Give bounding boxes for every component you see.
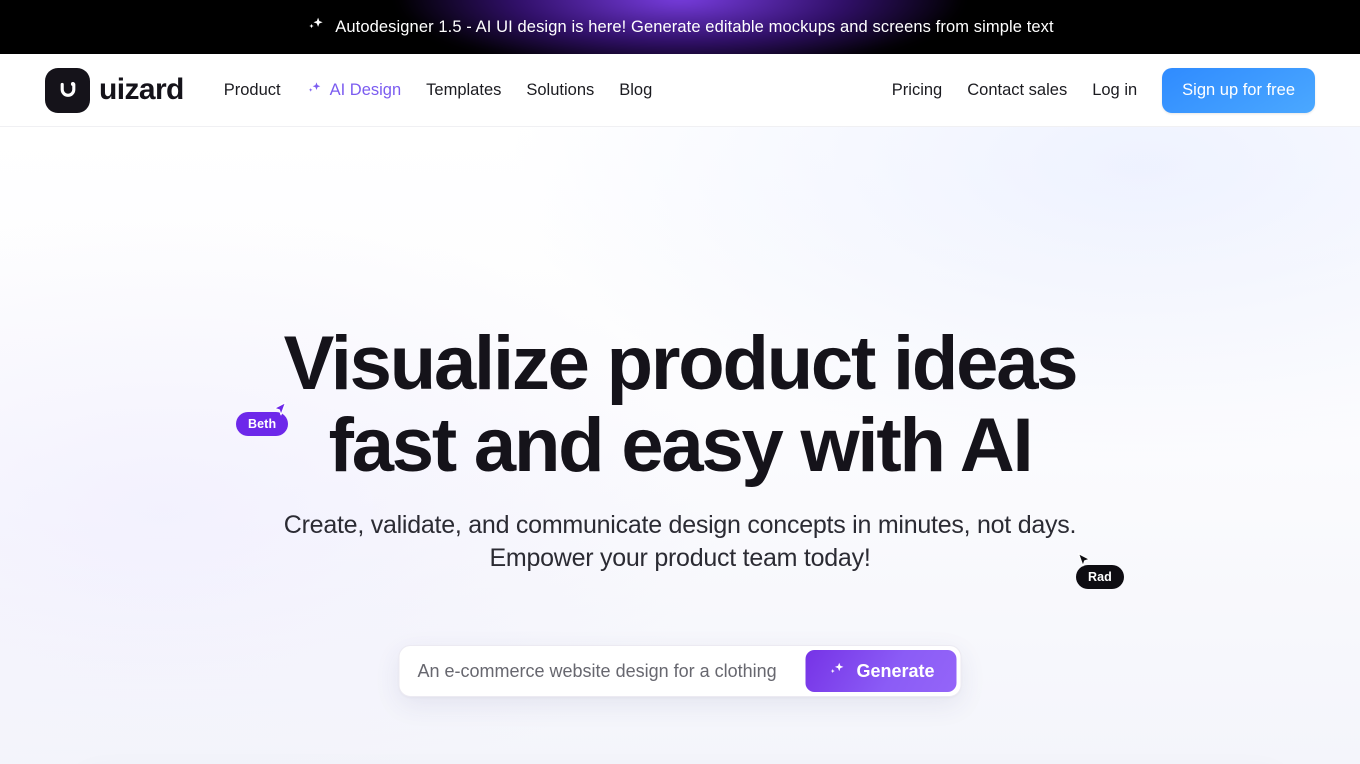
landing-page: Autodesigner 1.5 - AI UI design is here!… (0, 0, 1360, 764)
announcement-text: Autodesigner 1.5 - AI UI design is here!… (335, 17, 1054, 36)
collaborator-cursor-rad: Rad (1076, 553, 1124, 589)
sparkle-icon (306, 80, 323, 101)
hero-subtitle: Create, validate, and communicate design… (0, 509, 1360, 575)
uizard-logo-text: uizard (99, 73, 184, 106)
cursor-arrow-icon (270, 400, 290, 425)
nav-item-templates[interactable]: Templates (426, 81, 501, 100)
pricing-link[interactable]: Pricing (892, 81, 942, 100)
login-link[interactable]: Log in (1092, 81, 1137, 100)
collaborator-cursor-beth: Beth (236, 402, 289, 436)
sparkle-icon (827, 660, 846, 682)
generate-button-label: Generate (856, 660, 935, 681)
nav-item-label: Product (223, 80, 281, 99)
prompt-bar: Generate (398, 645, 962, 697)
generate-button[interactable]: Generate (805, 650, 957, 692)
sparkle-icon (306, 15, 326, 39)
uizard-logo-icon (45, 67, 90, 113)
nav-item-ai-design[interactable]: AI Design (306, 80, 402, 101)
nav-item-label: Blog (619, 80, 653, 99)
nav-item-label: Templates (426, 80, 502, 99)
nav-item-blog[interactable]: Blog (619, 81, 652, 100)
announcement-bar[interactable]: Autodesigner 1.5 - AI UI design is here!… (0, 0, 1360, 54)
contact-sales-link[interactable]: Contact sales (967, 81, 1067, 100)
subhead-line-1: Create, validate, and communicate design… (283, 511, 1077, 539)
signup-button[interactable]: Sign up for free (1162, 67, 1315, 113)
nav-item-solutions[interactable]: Solutions (526, 81, 594, 100)
site-header: uizard Product AI Design Templates Solut… (0, 54, 1360, 127)
uizard-logo[interactable]: uizard (45, 67, 184, 113)
headline-line-1: Visualize product ideas (283, 321, 1079, 406)
subhead-line-2: Empower your product team today! (489, 544, 871, 572)
page-title: Visualize product ideas fast and easy wi… (0, 321, 1360, 489)
announcement-content: Autodesigner 1.5 - AI UI design is here!… (306, 15, 1054, 39)
header-actions: Pricing Contact sales Log in Sign up for… (892, 67, 1315, 113)
hero-section: Visualize product ideas fast and easy wi… (0, 127, 1360, 764)
nav-item-label: Solutions (526, 80, 595, 99)
cursor-arrow-icon (1074, 551, 1094, 576)
nav-item-label: AI Design (329, 80, 402, 99)
main-nav: Product AI Design Templates Solutions Bl… (224, 80, 653, 101)
prompt-input[interactable] (403, 660, 806, 682)
headline-line-2: fast and easy with AI (328, 403, 1034, 489)
nav-item-product[interactable]: Product (224, 81, 281, 100)
